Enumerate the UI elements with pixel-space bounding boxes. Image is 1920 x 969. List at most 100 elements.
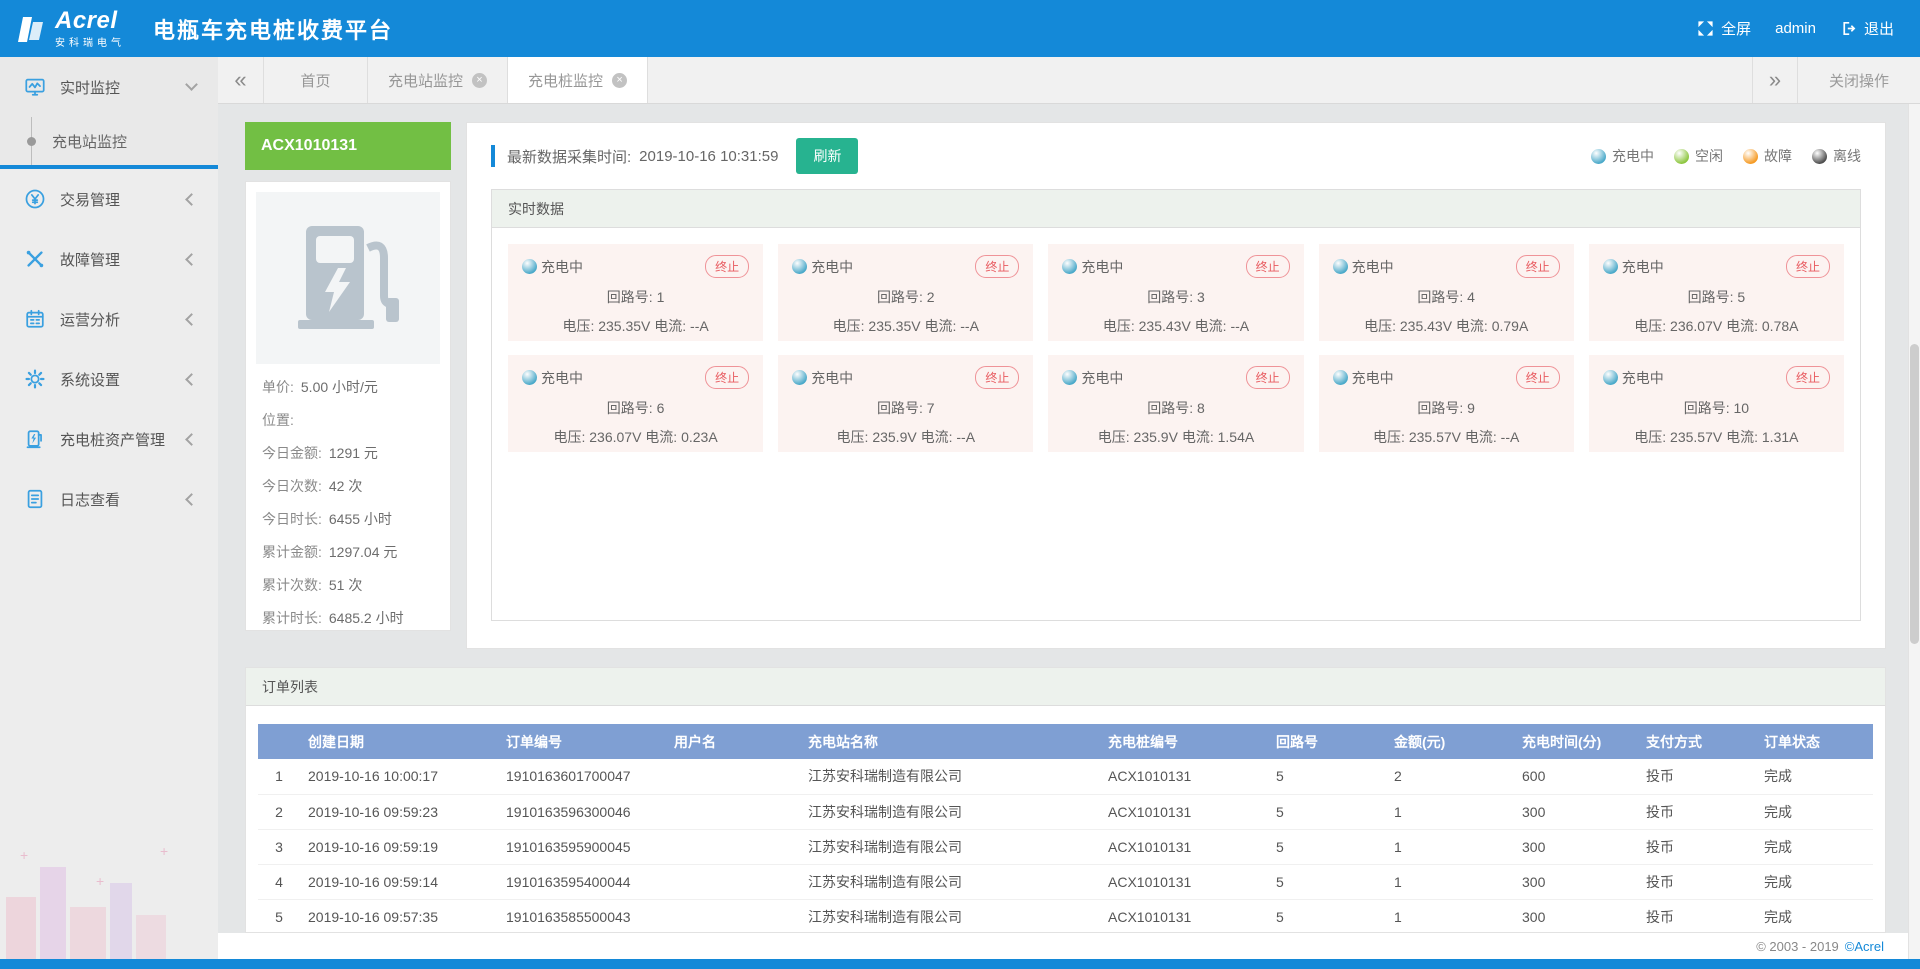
table-cell: 江苏安科瑞制造有限公司 xyxy=(800,759,1100,794)
table-cell: 完成 xyxy=(1756,759,1873,794)
tab-close-icon[interactable]: × xyxy=(612,73,627,88)
chevron-left-icon xyxy=(185,433,198,446)
sidebar-item-label: 系统设置 xyxy=(60,369,120,390)
circuit-status: 充电中 xyxy=(1352,257,1394,277)
scrollbar-thumb[interactable] xyxy=(1910,344,1919,644)
log-icon xyxy=(24,488,46,510)
stat-value: 1291 元 xyxy=(329,445,378,461)
station-info-card: 单价:5.00 小时/元位置:今日金额:1291 元今日次数:42 次今日时长:… xyxy=(245,181,451,631)
terminate-button[interactable]: 终止 xyxy=(1246,366,1290,389)
circuit-card: 充电中终止回路号: 9电压: 235.57V 电流: --A xyxy=(1319,355,1574,452)
logout-button[interactable]: 退出 xyxy=(1840,18,1894,39)
refresh-button[interactable]: 刷新 xyxy=(796,138,858,174)
legend-label: 离线 xyxy=(1833,146,1861,166)
table-cell: ACX1010131 xyxy=(1100,899,1268,933)
tab-close-icon[interactable]: × xyxy=(472,73,487,88)
table-row[interactable]: 32019-10-16 09:59:191910163595900045江苏安科… xyxy=(258,829,1873,864)
terminate-button[interactable]: 终止 xyxy=(1786,366,1830,389)
tabs-scroll-right-button[interactable]: » xyxy=(1752,57,1798,103)
table-cell: 2019-10-16 09:57:35 xyxy=(300,899,498,933)
sidebar-item-station-monitor[interactable]: 充电站监控 xyxy=(0,117,218,165)
fullscreen-button[interactable]: 全屏 xyxy=(1697,18,1751,39)
table-row[interactable]: 52019-10-16 09:57:351910163585500043江苏安科… xyxy=(258,899,1873,933)
circuit-number: 回路号: 6 xyxy=(522,398,749,418)
table-cell xyxy=(666,759,800,794)
fullscreen-icon xyxy=(1697,20,1714,37)
sidebar-item-transaction-mgmt[interactable]: 交易管理 xyxy=(0,169,218,229)
terminate-button[interactable]: 终止 xyxy=(705,255,749,278)
charging-status-icon xyxy=(1603,370,1618,385)
terminate-button[interactable]: 终止 xyxy=(1516,255,1560,278)
sidebar-item-operation-analysis[interactable]: 运营分析 xyxy=(0,289,218,349)
terminate-button[interactable]: 终止 xyxy=(975,366,1019,389)
column-header: 创建日期 xyxy=(300,724,498,759)
chevron-left-icon xyxy=(185,373,198,386)
decorative-skyline: +++ xyxy=(0,839,218,959)
sidebar-item-pile-asset-mgmt[interactable]: 充电桩资产管理 xyxy=(0,409,218,469)
sidebar-item-label: 日志查看 xyxy=(60,489,120,510)
legend-item: 故障 xyxy=(1743,146,1792,166)
tab-bar: « 首页充电站监控× 充电桩监控 × » 关闭操作 xyxy=(218,57,1920,104)
stat-label: 今日金额: xyxy=(262,445,322,461)
top-header: Acrel 安科瑞电气 电瓶车充电桩收费平台 全屏 admin xyxy=(0,0,1920,57)
tab-label: 充电桩监控 xyxy=(528,70,603,91)
table-cell: 2019-10-16 09:59:23 xyxy=(300,794,498,829)
table-cell: 5 xyxy=(1268,829,1386,864)
table-cell: 300 xyxy=(1514,829,1638,864)
station-stat: 位置: xyxy=(246,410,450,430)
tab-station-monitor[interactable]: 充电站监控× xyxy=(368,57,508,103)
circuit-metrics: 电压: 236.07V 电流: 0.23A xyxy=(522,427,749,447)
acrel-link[interactable]: ©Acrel xyxy=(1845,939,1884,954)
terminate-button[interactable]: 终止 xyxy=(1516,366,1560,389)
terminate-button[interactable]: 终止 xyxy=(1786,255,1830,278)
table-cell: 完成 xyxy=(1756,899,1873,933)
station-id-header[interactable]: ACX1010131 xyxy=(245,122,451,170)
close-operations-button[interactable]: 关闭操作 xyxy=(1798,57,1920,103)
tabs-scroll-left-button[interactable]: « xyxy=(218,57,264,103)
charging-pile-image xyxy=(256,192,440,364)
charging-status-icon xyxy=(792,370,807,385)
terminate-button[interactable]: 终止 xyxy=(705,366,749,389)
legend-label: 充电中 xyxy=(1612,146,1654,166)
copyright: © 2003 - 2019 ©Acrel xyxy=(218,933,1920,959)
username[interactable]: admin xyxy=(1775,20,1816,37)
column-header: 订单编号 xyxy=(498,724,666,759)
circuit-card: 充电中终止回路号: 8电压: 235.9V 电流: 1.54A xyxy=(1048,355,1303,452)
table-cell: 投币 xyxy=(1638,899,1756,933)
sidebar-item-log-view[interactable]: 日志查看 xyxy=(0,469,218,529)
accent-bar xyxy=(491,145,495,167)
charging-status-icon xyxy=(1603,259,1618,274)
table-row[interactable]: 12019-10-16 10:00:171910163601700047江苏安科… xyxy=(258,759,1873,794)
stat-label: 今日时长: xyxy=(262,511,322,527)
table-row[interactable]: 42019-10-16 09:59:141910163595400044江苏安科… xyxy=(258,864,1873,899)
legend-item: 离线 xyxy=(1812,146,1861,166)
terminate-button[interactable]: 终止 xyxy=(975,255,1019,278)
vertical-scrollbar[interactable] xyxy=(1908,104,1920,959)
table-cell: 300 xyxy=(1514,864,1638,899)
table-cell: 1910163585500043 xyxy=(498,899,666,933)
collect-time-label: 最新数据采集时间: xyxy=(507,146,631,167)
terminate-button[interactable]: 终止 xyxy=(1246,255,1290,278)
sidebar-item-system-settings[interactable]: 系统设置 xyxy=(0,349,218,409)
status-sphere-icon xyxy=(1743,149,1758,164)
transaction-icon xyxy=(24,188,46,210)
tab-home[interactable]: 首页 xyxy=(264,57,368,103)
table-cell: 2 xyxy=(258,794,300,829)
station-stat: 累计时长:6485.2 小时 xyxy=(246,608,450,628)
chevron-left-icon xyxy=(185,493,198,506)
stat-value: 42 次 xyxy=(329,478,362,494)
sidebar-item-fault-mgmt[interactable]: 故障管理 xyxy=(0,229,218,289)
sidebar-item-label: 运营分析 xyxy=(60,309,120,330)
tab-pile-monitor[interactable]: 充电桩监控 × xyxy=(508,57,648,103)
circuit-metrics: 电压: 235.9V 电流: --A xyxy=(792,427,1019,447)
table-cell: 1 xyxy=(258,759,300,794)
calendar-icon xyxy=(24,308,46,330)
sidebar-item-realtime-monitor[interactable]: 实时监控 xyxy=(0,57,218,117)
copyright-text: © 2003 - 2019 xyxy=(1756,939,1839,954)
circuit-number: 回路号: 10 xyxy=(1603,398,1830,418)
table-row[interactable]: 22019-10-16 09:59:231910163596300046江苏安科… xyxy=(258,794,1873,829)
table-cell: ACX1010131 xyxy=(1100,759,1268,794)
station-stat: 今日时长:6455 小时 xyxy=(246,509,450,529)
table-cell xyxy=(666,794,800,829)
table-cell: 完成 xyxy=(1756,864,1873,899)
